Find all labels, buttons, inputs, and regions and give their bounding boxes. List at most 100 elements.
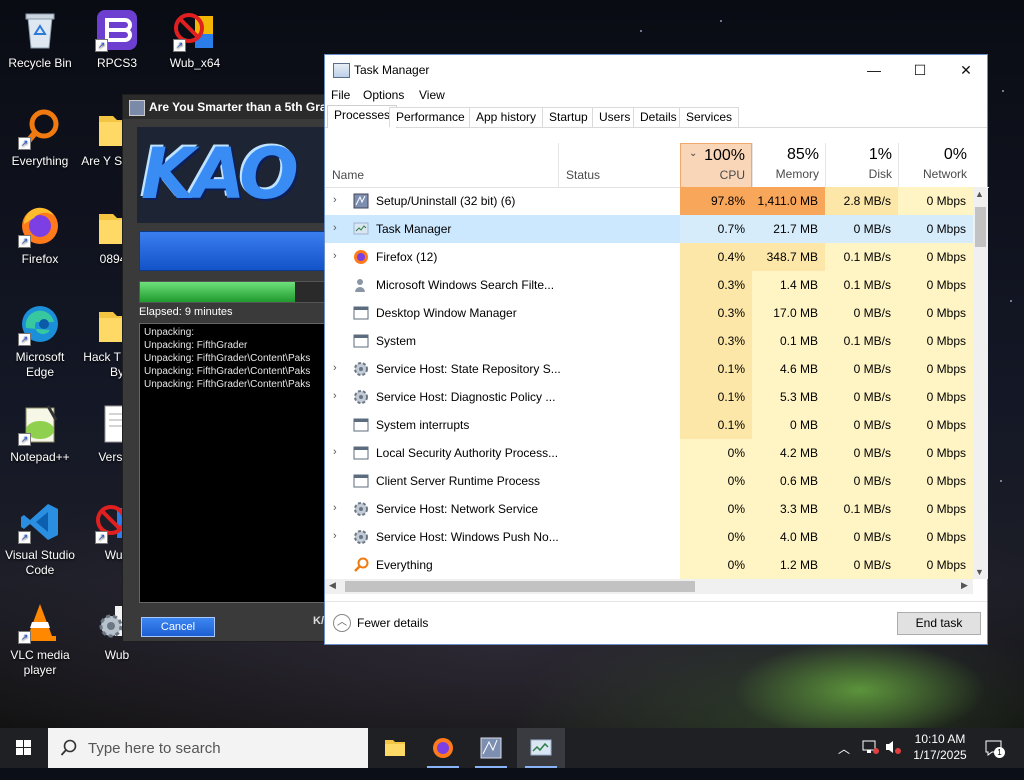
volume-icon[interactable] xyxy=(884,739,902,779)
process-row[interactable]: › Service Host: State Repository S... 0.1%… xyxy=(325,355,973,383)
fewer-details-button[interactable]: ︿ Fewer details xyxy=(333,614,428,632)
column-network[interactable]: 0% Network xyxy=(898,143,973,187)
scroll-right-icon[interactable]: ▶ xyxy=(961,580,968,591)
scroll-left-icon[interactable]: ◀ xyxy=(329,580,336,591)
desktop-icon-rpcs3[interactable]: ↗ RPCS3 xyxy=(77,8,157,71)
column-memory[interactable]: 85% Memory xyxy=(752,143,825,187)
edge-icon: ↗ xyxy=(18,302,62,346)
chevron-right-icon[interactable]: › xyxy=(333,390,337,402)
show-hidden-icons[interactable]: ︿ xyxy=(838,740,850,780)
scrollbar-thumb[interactable] xyxy=(345,581,695,592)
column-cpu[interactable]: ⌄ 100% CPU xyxy=(680,143,752,187)
chevron-right-icon[interactable]: › xyxy=(333,446,337,458)
gear-icon xyxy=(353,529,369,545)
fewer-details-label: Fewer details xyxy=(357,616,429,630)
menu-file[interactable]: File xyxy=(331,88,350,102)
tab-performance[interactable]: Performance xyxy=(389,107,472,127)
desktop-icon-wub-x64[interactable]: ↗ Wub_x64 xyxy=(155,8,235,71)
tab-processes[interactable]: Processes xyxy=(327,105,398,128)
process-memory: 3.3 MB xyxy=(752,495,825,523)
end-task-button[interactable]: End task xyxy=(897,612,981,635)
process-row[interactable]: › Task Manager 0.7% 21.7 MB 0 MB/s 0 Mbps xyxy=(325,215,973,243)
installer-cancel-button[interactable]: Cancel xyxy=(141,617,215,637)
maximize-button[interactable]: ☐ xyxy=(897,55,943,85)
installer-icon xyxy=(353,193,369,209)
process-cpu: 0% xyxy=(680,467,752,495)
process-row[interactable]: › Local Security Authority Process... 0% 4.… xyxy=(325,439,973,467)
task-manager-window[interactable]: Task Manager — ☐ ✕ File Options View Pro… xyxy=(324,54,989,645)
chevron-right-icon[interactable]: › xyxy=(333,222,337,234)
taskbar-search-box[interactable]: Type here to search xyxy=(48,728,368,768)
process-memory: 17.0 MB xyxy=(752,299,825,327)
cpu-label: CPU xyxy=(719,168,745,182)
process-row[interactable]: Desktop Window Manager 0.3% 17.0 MB 0 MB/s 0… xyxy=(325,299,973,327)
desktop-icon-notepadpp[interactable]: ↗ Notepad++ xyxy=(0,402,80,465)
scrollbar-thumb[interactable] xyxy=(975,207,986,247)
process-row[interactable]: › Service Host: Network Service 0% 3.3 MB 0.… xyxy=(325,495,973,523)
process-row[interactable]: System 0.3% 0.1 MB 0.1 MB/s 0 Mbps xyxy=(325,327,973,355)
taskmanager-icon xyxy=(353,221,369,237)
column-disk[interactable]: 1% Disk xyxy=(825,143,898,187)
chevron-right-icon[interactable]: › xyxy=(333,194,337,206)
menu-bar: File Options View xyxy=(325,85,987,105)
taskbar-task-manager[interactable] xyxy=(517,728,565,768)
tab-services[interactable]: Services xyxy=(679,107,740,127)
process-cpu: 0.1% xyxy=(680,411,752,439)
column-name[interactable]: Name xyxy=(332,168,364,182)
process-network: 0 Mbps xyxy=(898,271,973,299)
menu-options[interactable]: Options xyxy=(363,88,404,102)
log-line: Unpacking: xyxy=(144,327,195,338)
start-button[interactable] xyxy=(0,728,48,768)
process-row[interactable]: › Setup/Uninstall (32 bit) (6) 97.8% 1,411.… xyxy=(325,187,973,215)
vscode-icon: ↗ xyxy=(18,500,62,544)
horizontal-scrollbar[interactable]: ◀ ▶ xyxy=(325,579,973,594)
search-icon xyxy=(60,739,77,756)
scroll-up-icon[interactable]: ▲ xyxy=(975,189,984,199)
desktop-icon-firefox[interactable]: ↗ Firefox xyxy=(0,204,80,267)
taskbar-firefox[interactable] xyxy=(419,728,467,768)
process-memory: 0 MB xyxy=(752,411,825,439)
notification-center-icon[interactable]: 1 xyxy=(984,738,1005,778)
process-row[interactable]: Client Server Runtime Process 0% 0.6 MB 0 M… xyxy=(325,467,973,495)
process-disk: 0 MB/s xyxy=(825,299,898,327)
process-row[interactable]: Microsoft Windows Search Filte... 0.3% 1.4… xyxy=(325,271,973,299)
taskbar-installer[interactable] xyxy=(467,728,515,768)
column-status-cell[interactable]: Status xyxy=(558,143,680,187)
installer-window[interactable]: Are You Smarter than a 5th Grade KAO Ela… xyxy=(122,94,335,642)
minimize-button[interactable]: — xyxy=(851,55,897,85)
desktop-icon-edge[interactable]: ↗ Microsoft Edge xyxy=(0,302,80,380)
desktop-icon-everything[interactable]: ↗ Everything xyxy=(0,106,80,169)
chevron-right-icon[interactable]: › xyxy=(333,502,337,514)
process-name: System xyxy=(376,334,417,348)
close-button[interactable]: ✕ xyxy=(943,55,989,85)
taskbar-file-explorer[interactable] xyxy=(371,728,419,768)
scroll-down-icon[interactable]: ▼ xyxy=(975,567,984,577)
desktop-icon-vscode[interactable]: ↗ Visual Studio Code xyxy=(0,500,80,578)
titlebar[interactable]: Task Manager — ☐ ✕ xyxy=(325,55,987,85)
process-name: Task Manager xyxy=(376,222,452,236)
desktop-icon-recycle-bin[interactable]: Recycle Bin xyxy=(0,8,80,71)
rpcs3-icon: ↗ xyxy=(95,8,139,52)
chevron-right-icon[interactable]: › xyxy=(333,530,337,542)
process-row[interactable]: › Firefox (12) 0.4% 348.7 MB 0.1 MB/s 0 Mbps xyxy=(325,243,973,271)
process-cpu: 0.3% xyxy=(680,327,752,355)
tab-startup[interactable]: Startup xyxy=(542,107,595,127)
process-row[interactable]: › Service Host: Diagnostic Policy ... 0.1%… xyxy=(325,383,973,411)
process-row[interactable]: › Service Host: Windows Push No... 0% 4.0 M… xyxy=(325,523,973,551)
process-disk: 0.1 MB/s xyxy=(825,327,898,355)
process-memory: 1.4 MB xyxy=(752,271,825,299)
menu-view[interactable]: View xyxy=(419,88,445,102)
vertical-scrollbar[interactable]: ▲ ▼ xyxy=(973,187,988,579)
process-row[interactable]: System interrupts 0.1% 0 MB 0 MB/s 0 Mbps xyxy=(325,411,973,439)
tab-app-history[interactable]: App history xyxy=(469,107,544,127)
clock[interactable]: 10:10 AM 1/17/2025 xyxy=(908,731,972,763)
tab-details[interactable]: Details xyxy=(633,107,684,127)
chevron-right-icon[interactable]: › xyxy=(333,250,337,262)
installer-titlebar[interactable]: Are You Smarter than a 5th Grade xyxy=(123,95,333,119)
installer-log[interactable]: Unpacking: Unpacking: FifthGrader Unpack… xyxy=(139,323,333,603)
network-icon[interactable] xyxy=(862,739,880,779)
process-row[interactable]: Everything 0% 1.2 MB 0 MB/s 0 Mbps xyxy=(325,551,973,579)
desktop-icon-vlc[interactable]: ↗ VLC media player xyxy=(0,600,80,678)
chevron-right-icon[interactable]: › xyxy=(333,362,337,374)
tab-users[interactable]: Users xyxy=(592,107,638,127)
